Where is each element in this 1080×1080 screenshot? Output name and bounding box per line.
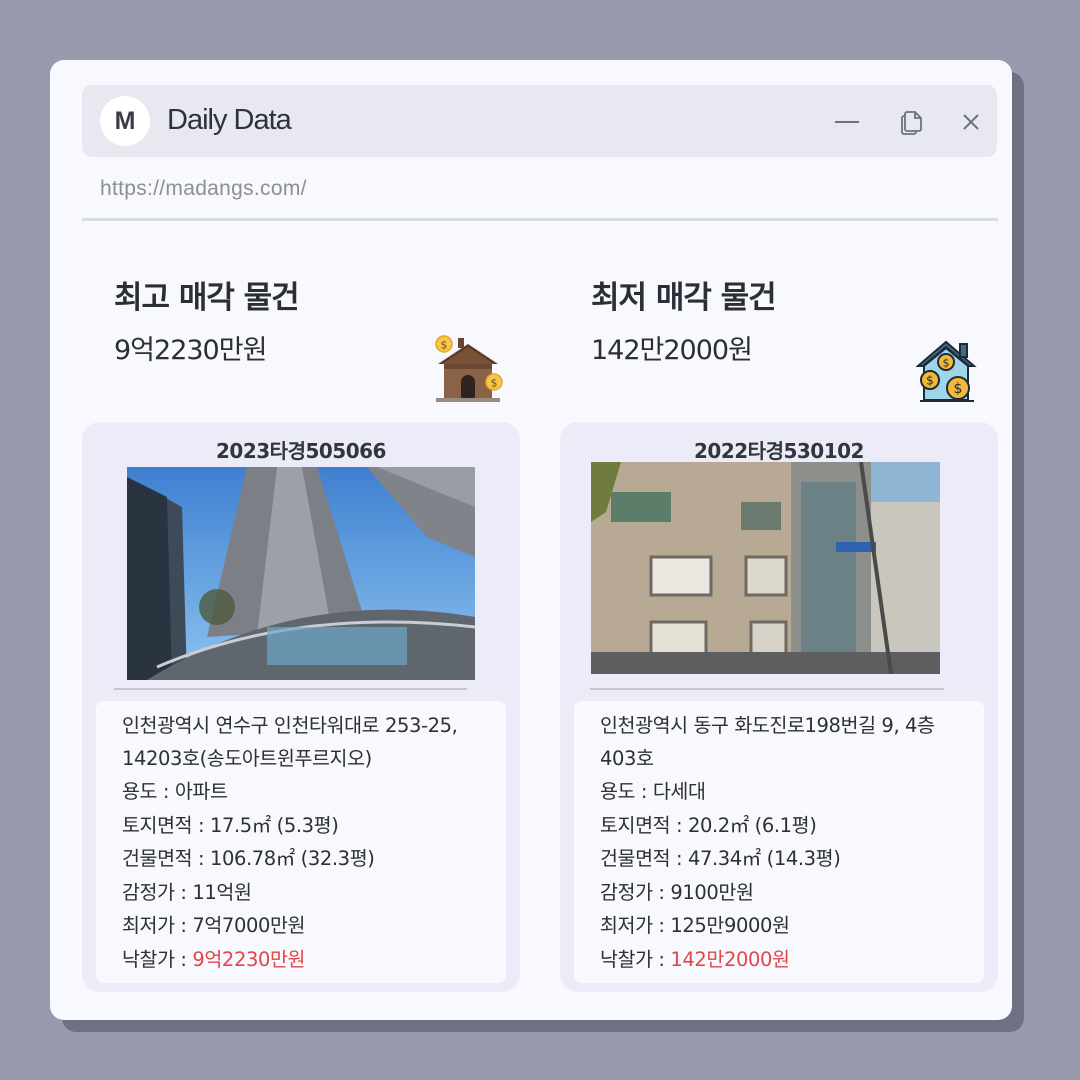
row-usage: 용도 : 아파트 [122,775,492,809]
header-divider [82,218,998,221]
row-land-area: 토지면적 : 20.2㎡ (6.1평) [600,809,970,843]
house-coins-icon: $ $ [432,332,508,408]
case-number: 2023타경505066 [216,439,386,463]
row-label: 건물면적 : [600,847,688,870]
row-sale-price: 낙찰가 : 9억2230만원 [122,943,492,977]
row-minimum-price: 최저가 : 125만9000원 [600,909,970,943]
row-value: 125만9000원 [670,914,790,937]
villa-photo [591,462,940,674]
property-info: 인천광역시 동구 화도진로198번길 9, 4층403호 용도 : 다세대 토지… [574,701,984,983]
lowest-heading: 최저 매각 물건 [591,280,777,316]
property-info: 인천광역시 연수구 인천타워대로 253-25, 14203호(송도아트윈푸르지… [96,701,506,983]
app-title: Daily Data [167,104,292,136]
row-value: 20.2㎡ (6.1평) [687,813,817,837]
row-appraisal: 감정가 : 9100만원 [600,876,970,910]
row-label: 최저가 : [600,914,671,937]
row-label: 낙찰가 : [600,947,671,971]
row-appraisal: 감정가 : 11억원 [122,876,492,910]
row-label: 최저가 : [122,914,193,937]
sale-price-value: 142만2000원 [670,947,790,971]
row-value: 아파트 [174,780,228,803]
card-divider [114,688,467,690]
row-label: 감정가 : [122,880,193,904]
row-sale-price: 낙찰가 : 142만2000원 [600,943,970,977]
app-window: M Daily Data https://madangs.com/ 최고 매각 … [50,60,1012,1020]
svg-text:$: $ [926,374,934,388]
property-address: 인천광역시 연수구 인천타워대로 253-25, 14203호(송도아트윈푸르지… [122,714,458,770]
row-label: 용도 : [122,780,175,803]
row-value: 9100만원 [670,880,754,904]
svg-text:$: $ [491,377,498,390]
row-land-area: 토지면적 : 17.5㎡ (5.3평) [122,809,492,843]
minimize-button[interactable] [832,107,862,137]
lowest-property-card[interactable]: 2022타경530102 인천광역시 동구 화도진로198번길 9, 4층403… [560,422,998,992]
row-label: 토지면적 : [122,813,210,837]
property-address: 인천광역시 동구 화도진로198번길 9, 4층403호 [600,714,935,770]
row-value: 11억원 [192,880,252,904]
row-value: 106.78㎡ (32.3평) [209,847,375,870]
row-building-area: 건물면적 : 106.78㎡ (32.3평) [122,842,492,876]
svg-text:$: $ [954,381,963,397]
svg-text:$: $ [943,357,950,370]
row-usage: 용도 : 다세대 [600,775,970,809]
row-value: 다세대 [652,780,706,803]
row-building-area: 건물면적 : 47.34㎡ (14.3평) [600,842,970,876]
house-dollar-icon: $ $ $ [915,338,980,408]
row-label: 낙찰가 : [122,947,193,971]
row-minimum-price: 최저가 : 7억7000만원 [122,909,492,943]
title-bar: M Daily Data [82,85,997,157]
app-logo: M [100,96,150,146]
card-divider [590,688,944,690]
highest-price: 9억2230만원 [114,335,267,366]
row-value: 7억7000만원 [192,914,306,937]
row-value: 17.5㎡ (5.3평) [209,813,339,837]
case-number: 2022타경530102 [694,439,864,463]
close-icon [963,114,979,130]
sale-price-value: 9억2230만원 [192,947,306,971]
close-button[interactable] [956,107,986,137]
highest-heading: 최고 매각 물건 [114,280,300,316]
row-label: 용도 : [600,780,653,803]
row-label: 감정가 : [600,880,671,904]
row-value: 47.34㎡ (14.3평) [687,847,841,870]
copy-button[interactable] [896,107,926,137]
url-text[interactable]: https://madangs.com/ [100,177,307,201]
highest-property-card[interactable]: 2023타경505066 인천광역시 연수구 인천타워대로 253-25, 14… [82,422,520,992]
lowest-price: 142만2000원 [591,335,753,366]
row-label: 토지면적 : [600,813,688,837]
copy-icon [901,111,922,135]
minimize-icon [835,121,859,123]
apartment-photo [127,467,475,680]
row-label: 건물면적 : [122,847,210,870]
svg-text:$: $ [441,339,448,352]
